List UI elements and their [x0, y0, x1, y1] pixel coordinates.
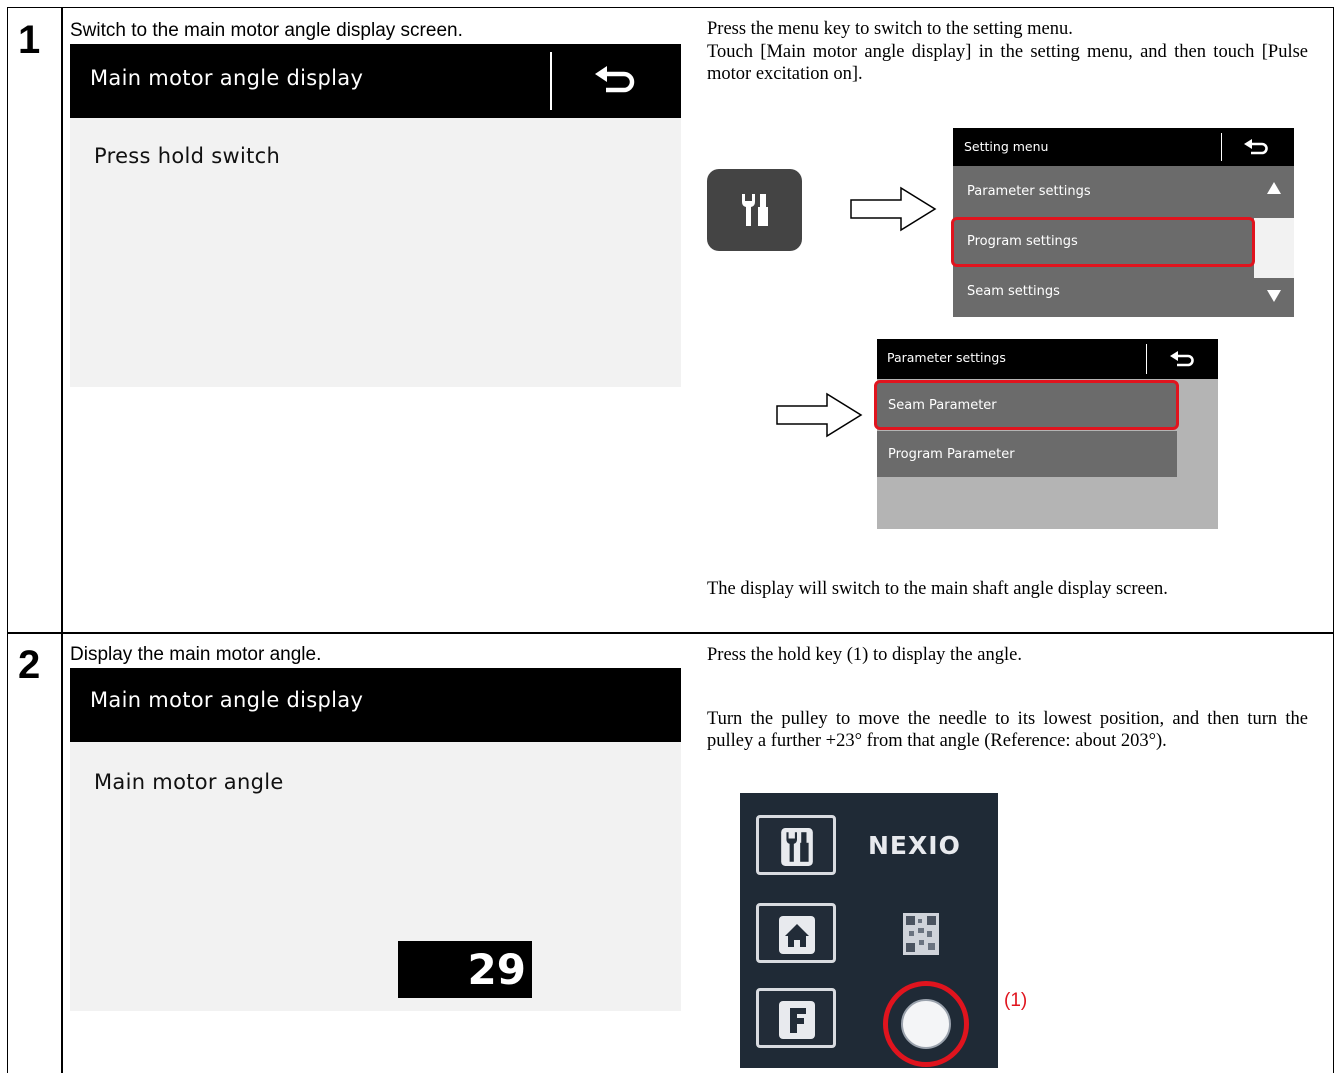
screen-2-header: Main motor angle display [70, 668, 681, 742]
brand-logo: NEXIO [868, 831, 961, 860]
step-2-instruction-1: Press the hold key (1) to display the an… [707, 645, 1022, 665]
home-key-button[interactable] [756, 903, 836, 963]
press-hold-switch-text: Press hold switch [94, 144, 281, 168]
screen-1-header: Main motor angle display [70, 44, 681, 118]
f-key-button[interactable] [756, 988, 836, 1048]
angle-value: 29 [467, 945, 526, 994]
back-icon[interactable] [1243, 139, 1269, 162]
qr-code-icon [903, 913, 939, 955]
menu-key-button[interactable] [756, 815, 836, 875]
scrollbar[interactable] [1254, 168, 1294, 316]
highlight-seam-parameter [874, 380, 1179, 430]
table-row-divider [7, 632, 1334, 634]
step-1-caption: Switch to the main motor angle display s… [70, 20, 463, 41]
step-1-instruction-1: Press the menu key to switch to the sett… [707, 19, 1073, 39]
parameter-settings-title: Parameter settings [887, 350, 1006, 365]
scroll-up-icon[interactable] [1254, 168, 1294, 208]
parameter-settings-screen: Parameter settings Seam Parameter Progra… [877, 339, 1218, 529]
menu-item-parameter-settings[interactable]: Parameter settings [953, 168, 1252, 214]
step-1-result: The display will switch to the main shaf… [707, 579, 1168, 599]
arrow-right-icon [775, 392, 865, 438]
menu-item-seam-settings[interactable]: Seam settings [953, 268, 1252, 316]
f-key-icon [779, 1001, 815, 1044]
setting-menu-header-divider [1221, 133, 1222, 161]
step-2-instruction-2: Turn the pulley to move the needle to it… [707, 709, 1308, 751]
setting-menu-header: Setting menu [953, 128, 1294, 166]
tools-icon [740, 192, 770, 233]
menu-item-program-parameter[interactable]: Program Parameter [877, 431, 1177, 477]
hold-key-callout: (1) [1004, 990, 1028, 1011]
screen-2-title: Main motor angle display [90, 688, 364, 712]
parameter-settings-header: Parameter settings [877, 339, 1218, 379]
parameter-settings-header-divider [1146, 344, 1147, 374]
step-2-caption: Display the main motor angle. [70, 644, 322, 665]
tools-icon [779, 828, 815, 871]
step-number-1: 1 [18, 18, 41, 62]
screen-1-title: Main motor angle display [90, 66, 364, 90]
screen-1-header-divider [550, 52, 552, 110]
setting-menu-title: Setting menu [964, 139, 1049, 154]
highlight-program-settings [951, 217, 1255, 267]
main-motor-angle-label: Main motor angle [94, 770, 284, 794]
scroll-down-icon[interactable] [1254, 278, 1294, 316]
back-icon[interactable] [592, 64, 636, 102]
angle-value-display: 29 [398, 941, 532, 998]
back-icon[interactable] [1169, 351, 1195, 374]
scroll-track[interactable] [1254, 218, 1294, 278]
home-icon [779, 916, 815, 959]
hold-key-circle[interactable] [901, 999, 951, 1049]
menu-key-button[interactable] [707, 169, 802, 251]
step-number-2: 2 [18, 643, 41, 687]
step-1-instruction-2: Touch [Main motor angle display] in the … [707, 42, 1308, 84]
table-column-divider [61, 7, 63, 1073]
hold-key-button[interactable] [883, 981, 969, 1067]
control-panel: NEXIO [740, 793, 998, 1068]
arrow-right-icon [849, 186, 939, 232]
